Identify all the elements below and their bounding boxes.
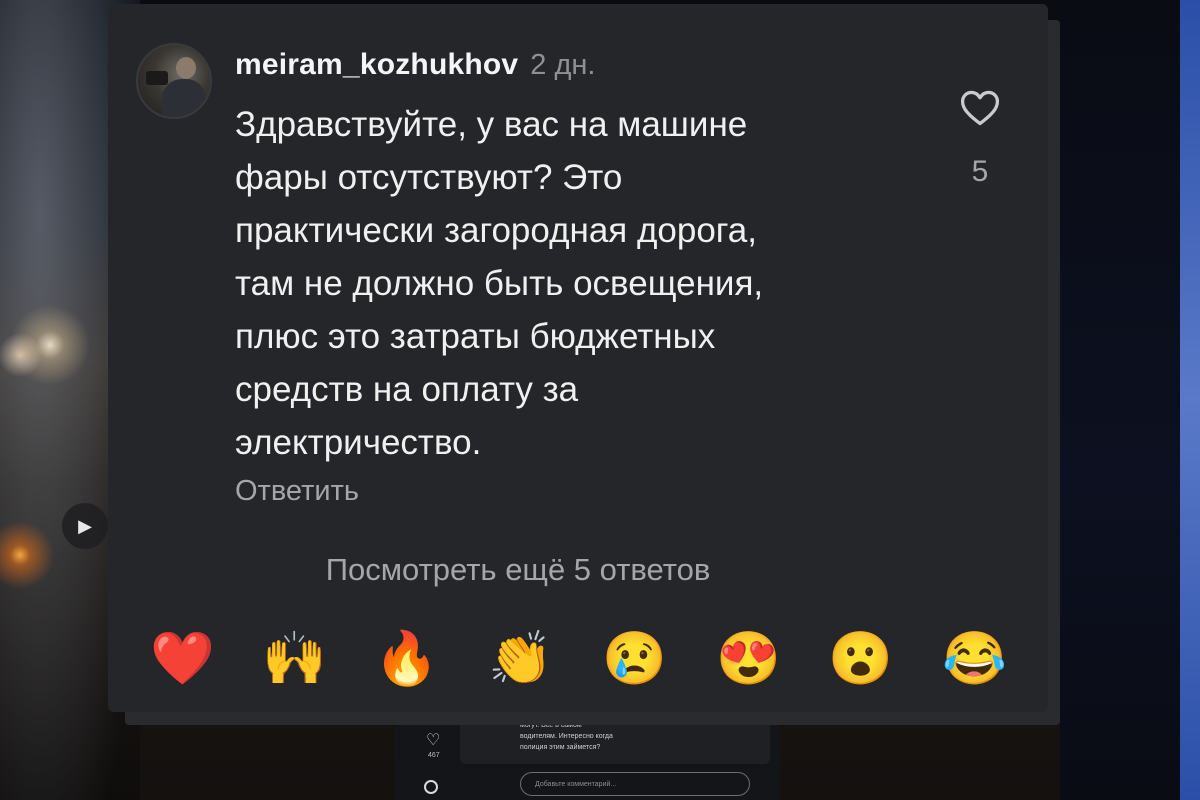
background-search-icon xyxy=(424,780,438,794)
heart-outline-icon[interactable] xyxy=(958,86,1002,130)
background-heart-icon: ♡ xyxy=(426,732,441,749)
fire-emoji[interactable]: 🔥 xyxy=(374,627,439,691)
background-like-count: 467 xyxy=(428,752,440,759)
view-more-replies-button[interactable]: Посмотреть ещё 5 ответов xyxy=(108,552,928,588)
clapping-hands-emoji[interactable]: 👏 xyxy=(488,627,553,691)
comment-text: Здравствуйте, у вас на машине фары отсут… xyxy=(235,98,935,469)
quick-reactions-bar: ❤️ 🙌 🔥 👏 😢 😍 😮 😂 xyxy=(150,627,1020,697)
avatar[interactable] xyxy=(136,43,212,119)
surprised-face-emoji[interactable]: 😮 xyxy=(828,627,893,691)
reply-button[interactable]: Ответить xyxy=(235,475,359,508)
red-heart-emoji[interactable]: ❤️ xyxy=(150,627,215,691)
background-comment-line: полиция этим займется? xyxy=(520,744,601,751)
comment-line: плюс это затраты бюджетных xyxy=(235,317,716,356)
heart-eyes-emoji[interactable]: 😍 xyxy=(716,627,781,691)
tears-of-joy-emoji[interactable]: 😂 xyxy=(942,627,1007,691)
like-count: 5 xyxy=(971,155,989,188)
username-link[interactable]: meiram_kozhukhov xyxy=(235,48,518,82)
comment-line: практически загородная дорога, xyxy=(235,211,757,250)
comment-header: meiram_kozhukhov 2 дн. xyxy=(235,48,595,88)
comment-line: средств на оплату за xyxy=(235,370,579,409)
video-screen: ▶ могут. Все в самом водителям. Интересн… xyxy=(0,0,1200,800)
comment-line: электричество. xyxy=(235,423,482,462)
background-edge-strip xyxy=(1180,0,1200,800)
play-icon[interactable]: ▶ xyxy=(62,503,108,549)
background-comment-input: Добавьте комментарий... xyxy=(520,772,750,796)
comment-line: Здравствуйте, у вас на машине xyxy=(235,105,748,144)
comment-line: там не должно быть освещения, xyxy=(235,264,764,303)
raising-hands-emoji[interactable]: 🙌 xyxy=(262,627,327,691)
avatar-camera xyxy=(146,71,168,85)
crying-face-emoji[interactable]: 😢 xyxy=(602,627,667,691)
background-right-panel xyxy=(1060,0,1200,800)
avatar-head xyxy=(176,57,196,79)
background-comment-line: водителям. Интересно когда xyxy=(520,733,613,740)
comment-timestamp: 2 дн. xyxy=(530,49,596,81)
avatar-figure xyxy=(162,79,206,117)
comment-line: фары отсутствуют? Это xyxy=(235,158,623,197)
